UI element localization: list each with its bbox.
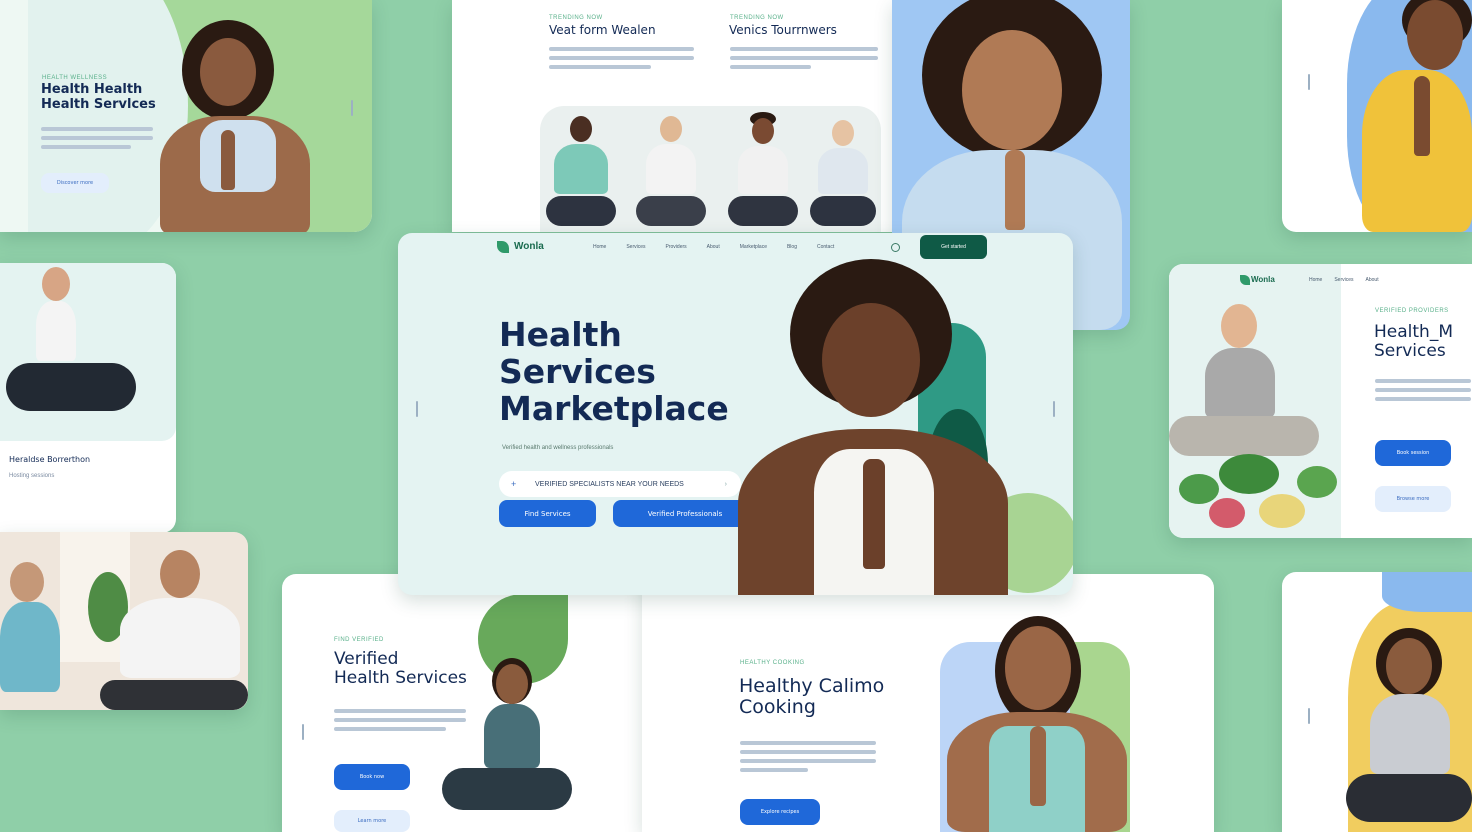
card-healthy-cooking: HEALTHY COOKING Healthy Calimo Cooking E… <box>642 574 1214 832</box>
search-input[interactable]: + VERIFIED SPECIALISTS NEAR YOUR NEEDS › <box>499 471 741 497</box>
body-text <box>1375 374 1471 406</box>
verified-professionals-button[interactable]: Verified Professionals <box>613 500 757 527</box>
card-title: Health Health Health Servlces <box>41 82 156 112</box>
body-text <box>41 122 153 154</box>
nav-item-providers[interactable]: Providers <box>666 244 687 250</box>
scroll-indicator <box>1308 74 1310 90</box>
nav-links: Home Services Providers About Marketplac… <box>593 244 834 250</box>
blue-shape <box>1382 572 1472 612</box>
meditating-woman-teal-photo <box>442 658 572 832</box>
card-trending-top-middle: TRENDING NOW Veat form Wealen TRENDING N… <box>452 0 892 232</box>
nav-item-home[interactable]: Home <box>593 244 606 250</box>
smiling-woman-teal-photo <box>947 616 1127 832</box>
woman-with-food-photo <box>1169 304 1319 456</box>
card-verified-health: FIND VERIFIED Verified Health Services B… <box>282 574 642 832</box>
top-nav: Wonla Home Services Providers About Mark… <box>398 233 1073 261</box>
get-started-button[interactable]: Get started <box>920 235 987 259</box>
food-bowls <box>1179 454 1339 534</box>
nav-item[interactable]: About <box>1366 277 1379 283</box>
card-meditation-left: Heraldse Borrerthon Hosting sessions <box>0 263 176 533</box>
title-line: Health Servlces <box>41 96 156 112</box>
hero-subtitle: Verified health and wellness professiona… <box>502 445 614 451</box>
nav-item-marketplace[interactable]: Marketplace <box>740 244 767 250</box>
title-line: Health_M <box>1374 322 1453 342</box>
body-text <box>549 42 694 74</box>
scroll-indicator <box>351 100 353 116</box>
card-portrait-yellow <box>1282 0 1472 232</box>
scroll-indicator-right <box>1053 401 1055 417</box>
eyebrow: HEALTH WELLNESS <box>42 75 108 81</box>
column-title: Venics Tourrnwers <box>729 23 837 37</box>
logo[interactable]: Wonla <box>514 241 544 252</box>
column-title: Veat form Wealen <box>549 23 656 37</box>
card-group-photo-bottom-left <box>0 532 248 710</box>
learn-more-button[interactable]: Learn more <box>334 810 410 832</box>
card-health-services-right: Wonla Home Services About VERIFIED PROVI… <box>1169 264 1472 538</box>
logo-icon <box>1240 275 1250 285</box>
book-now-button[interactable]: Book now <box>334 764 410 790</box>
title-line: Health Health <box>41 82 143 97</box>
yoga-woman-yellow-photo <box>1352 0 1472 232</box>
man-yoga-photo <box>100 550 248 710</box>
eyebrow: TRENDING NOW <box>730 15 784 21</box>
nav-item-about[interactable]: About <box>707 244 720 250</box>
nav: Home Services About <box>1309 277 1379 283</box>
group-yoga-photo <box>540 106 881 232</box>
eyebrow: FIND VERIFIED <box>334 637 384 643</box>
scroll-indicator-left <box>416 401 418 417</box>
title-line: Cooking <box>739 696 816 719</box>
main-hero-card: Wonla Home Services Providers About Mark… <box>398 233 1073 595</box>
meditating-woman-grey-photo <box>1346 628 1472 832</box>
eyebrow: TRENDING NOW <box>549 15 603 21</box>
chevron-right-icon: › <box>724 480 727 488</box>
card-health-services-top-left: HEALTH WELLNESS Health Health Health Ser… <box>0 0 372 232</box>
logo: Wonla <box>1251 275 1275 284</box>
heart-leaf-icon <box>497 241 509 253</box>
nav-item[interactable]: Home <box>1309 277 1322 283</box>
nav-item-services[interactable]: Services <box>626 244 645 250</box>
title-line: Services <box>1374 341 1446 362</box>
body-text <box>730 42 878 74</box>
yoga-woman-photo <box>160 20 330 232</box>
nav-item[interactable]: Services <box>1334 277 1353 283</box>
search-icon[interactable] <box>891 243 900 252</box>
caption-title: Heraldse Borrerthon <box>9 455 91 464</box>
card-title: Healthy Calimo Cooking <box>739 675 885 719</box>
explore-recipes-button[interactable]: Explore recipes <box>740 799 820 825</box>
scroll-indicator <box>1308 708 1310 724</box>
plus-icon: + <box>511 479 517 489</box>
card-portrait-bottom-right <box>1282 572 1472 832</box>
card-title: Health_M Services <box>1374 322 1453 362</box>
eyebrow: VERIFIED PROVIDERS <box>1375 308 1449 314</box>
search-input-text: VERIFIED SPECIALISTS NEAR YOUR NEEDS <box>535 480 684 488</box>
scroll-indicator <box>302 724 304 740</box>
meditating-woman-photo <box>6 267 136 417</box>
title-line: Healthy Calimo <box>739 675 885 697</box>
nav-item-contact[interactable]: Contact <box>817 244 834 250</box>
body-text <box>740 736 876 777</box>
browse-button[interactable]: Browse more <box>1375 486 1451 512</box>
nav-item-blog[interactable]: Blog <box>787 244 797 250</box>
eyebrow: HEALTHY COOKING <box>740 660 805 666</box>
hero-meditating-woman-photo <box>738 259 1008 595</box>
woman-yoga-photo <box>0 562 70 710</box>
find-services-button[interactable]: Find Services <box>499 500 596 527</box>
book-session-button[interactable]: Book session <box>1375 440 1451 466</box>
discover-button[interactable]: Discover more <box>41 173 109 193</box>
caption-sub: Hosting sessions <box>9 473 55 479</box>
